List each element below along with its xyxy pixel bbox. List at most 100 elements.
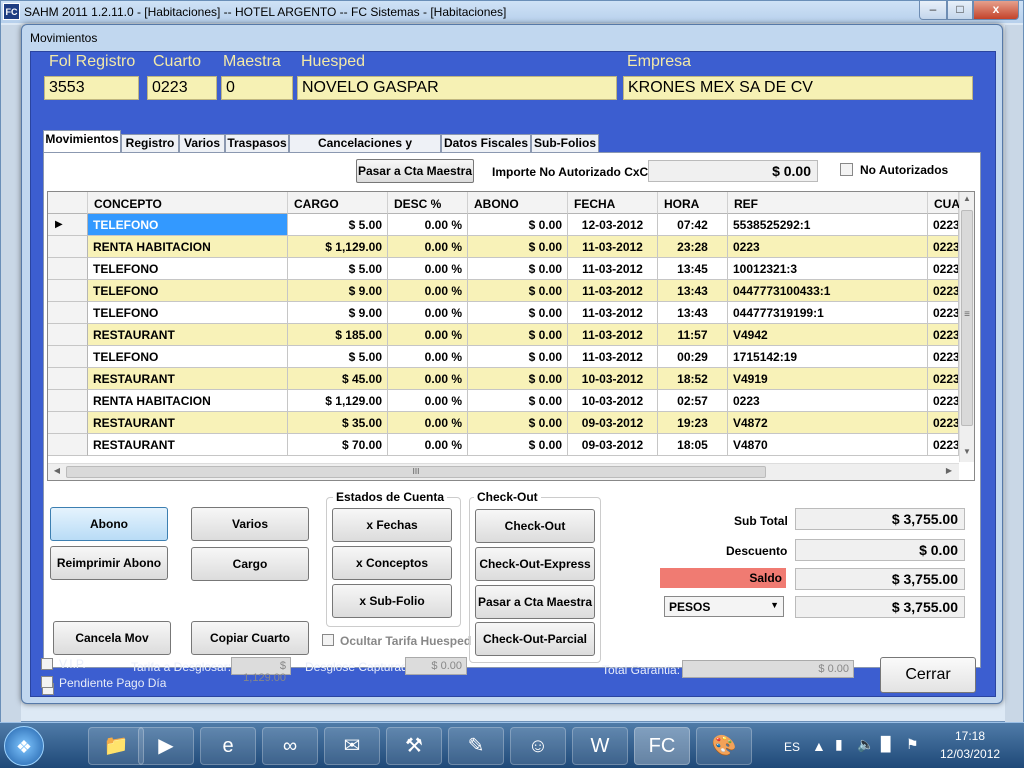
cell-cuarto[interactable]: 0223	[928, 390, 959, 412]
cell-cargo[interactable]: $ 35.00	[288, 412, 388, 434]
cell-hora[interactable]: 00:29	[658, 346, 728, 368]
cell-abono[interactable]: $ 0.00	[468, 236, 568, 258]
x-fechas-button[interactable]: x Fechas	[332, 508, 452, 542]
cell-desc[interactable]: 0.00 %	[388, 324, 468, 346]
clock-date[interactable]: 12/03/2012	[940, 747, 1000, 761]
cell-cargo[interactable]: $ 1,129.00	[288, 236, 388, 258]
vip-checkbox-box[interactable]	[41, 658, 53, 670]
cell-cuarto[interactable]: 0223	[928, 214, 959, 236]
cell-fecha[interactable]: 11-03-2012	[568, 324, 658, 346]
cell-cuarto[interactable]: 0223	[928, 258, 959, 280]
cell-hora[interactable]: 13:43	[658, 302, 728, 324]
network-signal-icon[interactable]: ▉	[881, 736, 892, 753]
cell-abono[interactable]: $ 0.00	[468, 412, 568, 434]
cell-ref[interactable]: 044777319199:1	[728, 302, 928, 324]
clock-time[interactable]: 17:18	[955, 729, 985, 743]
column-header-cuarto[interactable]: CUA	[928, 192, 960, 214]
fc-sistemas-app-icon[interactable]: FC	[634, 727, 690, 765]
cell-hora[interactable]: 18:05	[658, 434, 728, 456]
row-header[interactable]	[48, 412, 88, 434]
master-field[interactable]: 0	[221, 76, 293, 100]
cell-ref[interactable]: V4870	[728, 434, 928, 456]
volume-icon[interactable]: 🔈	[857, 736, 874, 753]
cell-cargo[interactable]: $ 1,129.00	[288, 390, 388, 412]
copiar-cuarto-button[interactable]: Copiar Cuarto	[191, 621, 309, 655]
table-row[interactable]: RESTAURANT $ 185.00 0.00 % $ 0.00 11-03-2012…	[48, 324, 960, 346]
cell-ref[interactable]: V4919	[728, 368, 928, 390]
cell-fecha[interactable]: 10-03-2012	[568, 390, 658, 412]
cell-ref[interactable]: 0223	[728, 390, 928, 412]
cell-abono[interactable]: $ 0.00	[468, 346, 568, 368]
cell-hora[interactable]: 18:52	[658, 368, 728, 390]
varios-button[interactable]: Varios	[191, 507, 309, 541]
current-row-icon[interactable]: ▶	[48, 214, 88, 236]
cell-cuarto[interactable]: 0223	[928, 368, 959, 390]
cell-cuarto[interactable]: 0223	[928, 302, 959, 324]
folio-field[interactable]: 3553	[44, 76, 139, 100]
cell-cuarto[interactable]: 0223	[928, 324, 959, 346]
table-row[interactable]: TELEFONO $ 5.00 0.00 % $ 0.00 11-03-2012 13:4…	[48, 258, 960, 280]
cell-concepto[interactable]: TELEFONO	[88, 280, 288, 302]
cell-fecha[interactable]: 09-03-2012	[568, 434, 658, 456]
cell-hora[interactable]: 13:43	[658, 280, 728, 302]
cell-cargo[interactable]: $ 70.00	[288, 434, 388, 456]
row-header[interactable]	[48, 434, 88, 456]
column-header-concepto[interactable]: CONCEPTO	[88, 192, 288, 214]
tray-device-icon[interactable]: ▮	[835, 736, 843, 753]
paint-app-icon[interactable]: 🎨	[696, 727, 752, 765]
table-row[interactable]: RESTAURANT $ 35.00 0.00 % $ 0.00 09-03-2012 1…	[48, 412, 960, 434]
cell-fecha[interactable]: 11-03-2012	[568, 302, 658, 324]
grid-vertical-scrollbar[interactable]: ▲ ≡ ▼	[959, 192, 974, 462]
explorer-icon[interactable]: 📁	[88, 727, 144, 765]
cell-fecha[interactable]: 10-03-2012	[568, 368, 658, 390]
scroll-up-icon[interactable]: ▲	[962, 194, 972, 206]
checkout-pasar-maestra-button[interactable]: Pasar a Cta Maestra	[475, 585, 595, 619]
cell-ref[interactable]: 1715142:19	[728, 346, 928, 368]
cell-cargo[interactable]: $ 5.00	[288, 258, 388, 280]
row-header[interactable]	[48, 236, 88, 258]
cell-desc[interactable]: 0.00 %	[388, 214, 468, 236]
cell-cuarto[interactable]: 0223	[928, 434, 959, 456]
table-row[interactable]: RESTAURANT $ 70.00 0.00 % $ 0.00 09-03-2012 1…	[48, 434, 960, 456]
column-header-ref[interactable]: REF	[728, 192, 928, 214]
row-header[interactable]	[48, 346, 88, 368]
checkout-express-button[interactable]: Check-Out-Express	[475, 547, 595, 581]
checkout-parcial-button[interactable]: Check-Out-Parcial	[475, 622, 595, 656]
horizontal-scroll-thumb[interactable]: III	[66, 466, 766, 478]
company-field[interactable]: KRONES MEX SA DE CV	[623, 76, 973, 100]
table-row[interactable]: TELEFONO $ 9.00 0.00 % $ 0.00 11-03-2012 13:4…	[48, 280, 960, 302]
ocultar-tarifa-checkbox[interactable]	[322, 634, 334, 646]
column-header-abono[interactable]: ABONO	[468, 192, 568, 214]
flag-icon[interactable]: ⚑	[906, 736, 919, 753]
cell-ref[interactable]: 10012321:3	[728, 258, 928, 280]
cell-concepto[interactable]: RESTAURANT	[88, 434, 288, 456]
cell-cuarto[interactable]: 0223	[928, 412, 959, 434]
cell-concepto[interactable]: RENTA HABITACION	[88, 390, 288, 412]
room-field[interactable]: 0223	[147, 76, 217, 100]
cell-desc[interactable]: 0.00 %	[388, 302, 468, 324]
tools-app-icon[interactable]: ⚒	[386, 727, 442, 765]
cell-desc[interactable]: 0.00 %	[388, 390, 468, 412]
x-subfolio-button[interactable]: x Sub-Folio	[332, 584, 452, 618]
cell-cuarto[interactable]: 0223	[928, 236, 959, 258]
cell-fecha[interactable]: 11-03-2012	[568, 258, 658, 280]
cell-ref[interactable]: 5538525292:1	[728, 214, 928, 236]
table-row[interactable]: RENTA HABITACION $ 1,129.00 0.00 % $ 0.00 10…	[48, 390, 960, 412]
cell-ref[interactable]: 0223	[728, 236, 928, 258]
cancela-mov-button[interactable]: Cancela Mov	[53, 621, 171, 655]
cell-ref[interactable]: 0447773100433:1	[728, 280, 928, 302]
language-indicator[interactable]: ES	[784, 740, 800, 754]
cell-abono[interactable]: $ 0.00	[468, 214, 568, 236]
cell-abono[interactable]: $ 0.00	[468, 390, 568, 412]
checkout-button[interactable]: Check-Out	[475, 509, 595, 543]
cell-hora[interactable]: 19:23	[658, 412, 728, 434]
tab-datos-fiscales[interactable]: Datos Fiscales	[441, 134, 531, 153]
no-autorizados-checkbox[interactable]	[840, 163, 853, 176]
cell-fecha[interactable]: 11-03-2012	[568, 236, 658, 258]
messenger-app-icon[interactable]: ☺	[510, 727, 566, 765]
mail-app-icon[interactable]: ✉	[324, 727, 380, 765]
cell-abono[interactable]: $ 0.00	[468, 434, 568, 456]
cell-abono[interactable]: $ 0.00	[468, 258, 568, 280]
cell-concepto[interactable]: TELEFONO	[88, 302, 288, 324]
cell-cargo[interactable]: $ 9.00	[288, 302, 388, 324]
